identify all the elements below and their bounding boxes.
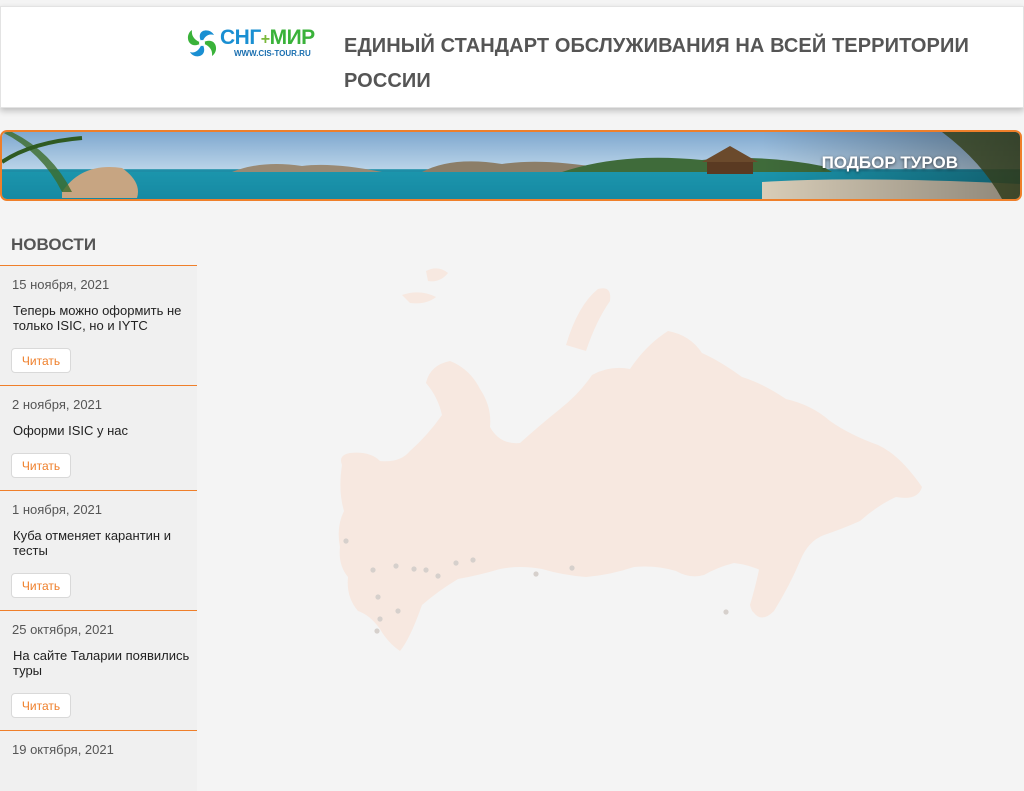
- news-list: 15 ноября, 2021 Теперь можно оформить не…: [0, 266, 197, 791]
- map-city-dot: [370, 567, 376, 573]
- read-more-button[interactable]: Читать: [11, 453, 71, 478]
- map-city-dot: [411, 566, 417, 572]
- news-date: 25 октября, 2021: [12, 622, 114, 637]
- logo-name-part2: МИР: [269, 26, 316, 49]
- logo-name-plus: +: [260, 31, 270, 48]
- news-item: 25 октября, 2021 На сайте Таларии появил…: [0, 611, 197, 731]
- site-logo[interactable]: СНГ+МИР WWW.CIS-TOUR.RU: [184, 25, 329, 65]
- news-heading: НОВОСТИ: [11, 235, 97, 254]
- map-city-dot: [375, 594, 381, 600]
- map-novaya-zemlya: [566, 288, 611, 351]
- tour-search-banner[interactable]: ПОДБОР ТУРОВ: [0, 130, 1022, 201]
- map-city-dot: [343, 538, 349, 544]
- news-headline[interactable]: Оформи ISIC у нас: [13, 423, 191, 438]
- map-city-dot: [533, 571, 539, 577]
- news-item: 15 ноября, 2021 Теперь можно оформить не…: [0, 266, 197, 386]
- map-city-dot: [374, 628, 380, 634]
- read-more-button[interactable]: Читать: [11, 573, 71, 598]
- map-city-dot: [435, 573, 441, 579]
- map-city-dot: [393, 563, 399, 569]
- news-item: 1 ноября, 2021 Куба отменяет карантин и …: [0, 491, 197, 611]
- tour-search-link[interactable]: ПОДБОР ТУРОВ: [822, 153, 958, 173]
- map-franz-josef: [402, 292, 436, 304]
- news-headline[interactable]: Куба отменяет карантин и тесты: [13, 528, 191, 558]
- read-more-button[interactable]: Читать: [11, 348, 71, 373]
- logo-name-part1: СНГ: [220, 26, 261, 49]
- logo-wordmark: СНГ+МИР: [220, 26, 315, 50]
- logo-swirl-icon: [185, 26, 219, 60]
- map-severnaya-zemlya: [426, 268, 448, 282]
- map-city-dot: [453, 560, 459, 566]
- news-date: 19 октября, 2021: [12, 742, 114, 757]
- site-header: СНГ+МИР WWW.CIS-TOUR.RU ЕДИНЫЙ СТАНДАРТ …: [0, 6, 1024, 108]
- news-item: 19 октября, 2021: [0, 731, 197, 791]
- read-more-button[interactable]: Читать: [11, 693, 71, 718]
- logo-url: WWW.CIS-TOUR.RU: [234, 49, 311, 58]
- news-date: 1 ноября, 2021: [12, 502, 103, 517]
- news-headline[interactable]: Теперь можно оформить не только ISIC, но…: [13, 303, 191, 333]
- map-city-dot: [377, 616, 383, 622]
- map-city-dot: [395, 608, 401, 614]
- news-date: 15 ноября, 2021: [12, 277, 110, 292]
- news-date: 2 ноября, 2021: [12, 397, 103, 412]
- news-item: 2 ноября, 2021 Оформи ISIC у нас Читать: [0, 386, 197, 491]
- map-city-dot: [723, 609, 729, 615]
- map-city-dot: [470, 557, 476, 563]
- map-city-dot: [423, 567, 429, 573]
- map-city-dot: [569, 565, 575, 571]
- russia-map[interactable]: [330, 265, 930, 655]
- header-tagline: ЕДИНЫЙ СТАНДАРТ ОБСЛУЖИВАНИЯ НА ВСЕЙ ТЕР…: [344, 35, 969, 92]
- news-headline[interactable]: На сайте Таларии появились туры: [13, 648, 191, 678]
